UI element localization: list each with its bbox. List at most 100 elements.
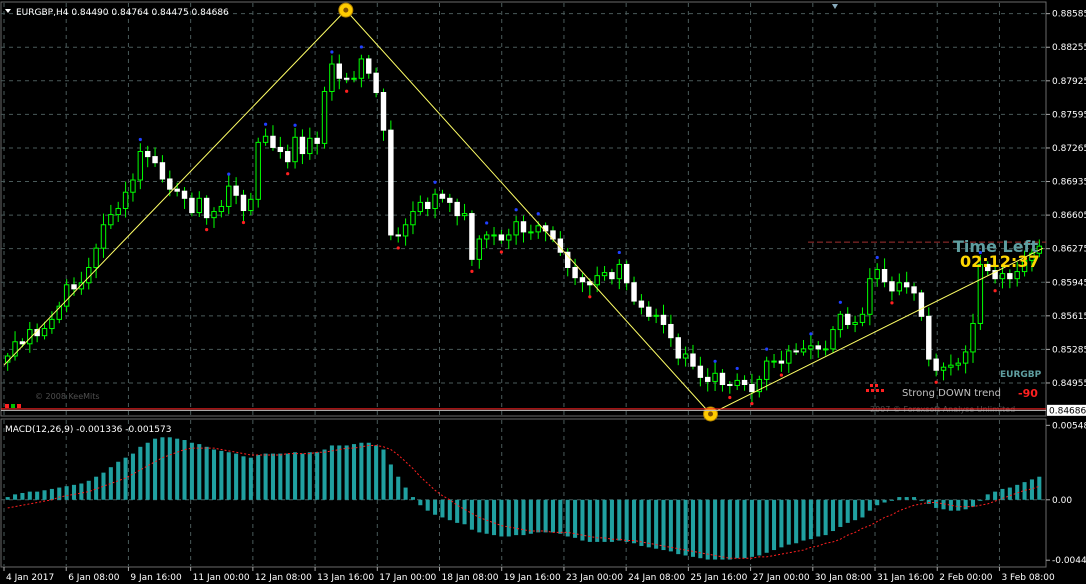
macd-bar — [27, 491, 32, 500]
fractal-down-marker — [728, 395, 732, 400]
macd-bar — [595, 499, 600, 542]
macd-bar — [160, 437, 165, 500]
time-tick-label: 11 Jan 00:00 — [193, 573, 250, 583]
macd-bar — [189, 442, 194, 500]
macd-bar — [602, 499, 607, 542]
macd-bar — [79, 483, 84, 500]
trading-chart[interactable]: 0.88585 0.88255 0.87925 0.87595 0.87265 0.869… — [0, 0, 1086, 584]
price-tick-label: 0.88255 — [1052, 43, 1086, 53]
price-tick-label: 0.85945 — [1052, 278, 1086, 288]
zigzag-pivot-center — [708, 411, 714, 417]
time-tick-label: 3 Feb 08:00 — [1001, 573, 1055, 583]
price-tick-label: 0.85285 — [1052, 345, 1086, 355]
macd-bar — [808, 499, 813, 540]
price-tick-label: 0.87265 — [1052, 144, 1086, 154]
macd-bar — [351, 444, 357, 500]
macd-bar — [639, 499, 644, 546]
macd-bar — [484, 499, 489, 534]
macd-bar — [926, 499, 931, 504]
macd-bar — [735, 499, 740, 559]
macd-bar — [226, 452, 231, 500]
macd-bar — [1007, 487, 1012, 500]
fractal-up-marker — [263, 122, 268, 126]
macd-bar — [403, 487, 408, 500]
macd-bar — [49, 488, 54, 500]
macd-bar — [388, 464, 393, 500]
macd-bar — [528, 499, 533, 534]
fractal-up-marker — [293, 123, 297, 127]
fractal-down-marker — [499, 250, 503, 254]
time-tick-label: 30 Jan 08:00 — [815, 573, 872, 583]
macd-bar — [477, 499, 482, 533]
macd-bar — [713, 499, 718, 560]
fractal-down-marker — [470, 269, 474, 273]
time-tick-label: 17 Jan 00:00 — [379, 573, 436, 583]
macd-bar — [175, 438, 180, 500]
macd-bar — [145, 442, 150, 500]
macd-bar — [617, 499, 622, 541]
macd-bar — [978, 499, 983, 501]
macd-bar — [248, 457, 253, 500]
macd-bar — [573, 499, 578, 538]
fractal-up-marker — [617, 250, 621, 255]
macd-bar — [20, 493, 25, 500]
macd-bar — [293, 452, 298, 500]
macd-bar — [307, 452, 312, 500]
macd-bar — [469, 499, 474, 530]
macd-bar — [64, 486, 69, 500]
macd-bar — [801, 499, 806, 541]
price-tick-label: 0.86935 — [1052, 178, 1086, 188]
macd-bar — [543, 499, 548, 533]
macd-tick-label: -0.004447 — [1052, 556, 1086, 566]
time-tick-label: 9 Jan 16:00 — [130, 573, 182, 583]
mini-bars-icon — [5, 404, 21, 408]
macd-bar — [315, 452, 320, 500]
macd-bar — [963, 499, 968, 510]
macd-bar — [838, 499, 843, 527]
macd-bar — [764, 499, 769, 553]
fractal-down-marker — [779, 373, 784, 377]
macd-bar — [816, 499, 821, 537]
macd-bar — [499, 499, 504, 537]
macd-bar — [794, 499, 799, 544]
macd-bar — [410, 497, 415, 500]
fractal-up-marker — [809, 332, 813, 336]
macd-bar — [359, 442, 364, 500]
macd-bar — [587, 499, 592, 542]
macd-bar — [425, 499, 430, 511]
macd-bar — [779, 499, 784, 548]
fractal-up-marker — [838, 300, 842, 304]
macd-bar — [646, 499, 651, 548]
time-tick-label: 6 Jan 08:00 — [68, 573, 120, 583]
macd-bar — [904, 497, 909, 500]
fractal-down-marker — [750, 402, 754, 406]
macd-bar — [698, 499, 703, 559]
macd-bar — [985, 494, 990, 500]
macd-bar — [204, 446, 209, 500]
macd-bar — [322, 449, 327, 500]
macd-bar — [889, 499, 894, 501]
fractal-down-marker — [934, 380, 938, 384]
trend-value: -90 — [1018, 387, 1038, 400]
fractal-up-marker — [485, 221, 489, 225]
macd-bar — [234, 453, 239, 500]
macd-bar — [609, 499, 614, 542]
macd-tick-label: 0.00 — [1052, 496, 1072, 506]
macd-bar — [138, 446, 143, 500]
macd-bar — [632, 499, 637, 544]
macd-tick-label: 0.005482 — [1052, 421, 1086, 431]
macd-bar — [344, 445, 349, 500]
macd-bar — [742, 499, 747, 559]
fractal-down-marker — [396, 246, 400, 250]
macd-bar — [565, 499, 570, 537]
macd-bar — [786, 499, 791, 545]
macd-bar — [440, 499, 445, 518]
macd-bar — [558, 499, 563, 534]
macd-bar — [934, 499, 939, 508]
fractal-up-marker — [359, 45, 363, 49]
macd-bar — [624, 499, 629, 542]
fractal-up-marker — [536, 212, 540, 216]
macd-bar — [875, 499, 880, 506]
time-tick-label: 25 Jan 16:00 — [690, 573, 747, 583]
fractal-down-marker — [588, 295, 592, 299]
